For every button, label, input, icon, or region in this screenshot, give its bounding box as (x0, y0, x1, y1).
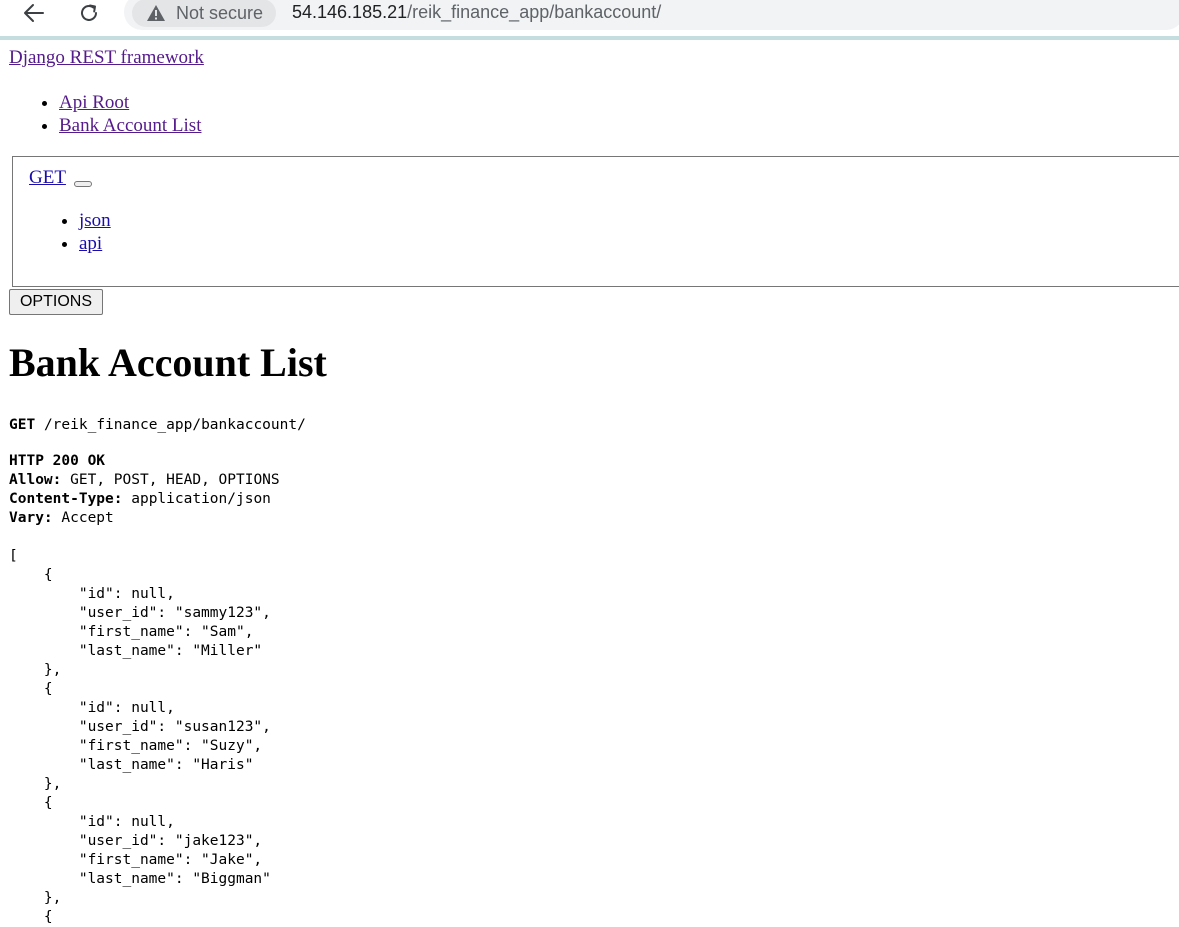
security-label: Not secure (176, 2, 264, 23)
reload-button[interactable] (72, 0, 106, 26)
breadcrumb-item: Bank Account List (59, 114, 201, 137)
url-text[interactable]: 54.146.185.21/reik_finance_app/bankaccou… (292, 2, 661, 23)
header-value: application/json (131, 491, 271, 507)
response-status: HTTP 200 OK (9, 453, 106, 469)
request-path: /reik_finance_app/bankaccount/ (43, 417, 306, 433)
options-button[interactable]: OPTIONS (9, 289, 103, 315)
page-title: Bank Account List (9, 340, 327, 385)
get-button[interactable]: GET (29, 167, 66, 189)
header-name: Content-Type: (9, 491, 123, 507)
browser-toolbar: Not secure 54.146.185.21/reik_finance_ap… (0, 0, 1179, 40)
address-bar[interactable]: Not secure 54.146.185.21/reik_finance_ap… (124, 0, 1179, 30)
header-value: GET, POST, HEAD, OPTIONS (70, 472, 280, 488)
header-name: Vary: (9, 510, 53, 526)
back-button[interactable] (17, 0, 51, 26)
url-path: /reik_finance_app/bankaccount/ (407, 2, 662, 22)
response-headers: HTTP 200 OK Allow: GET, POST, HEAD, OPTI… (9, 452, 280, 528)
breadcrumb-item: Api Root (59, 91, 201, 114)
format-list: json api (79, 209, 111, 255)
format-json-link[interactable]: json (79, 210, 111, 231)
format-api-link[interactable]: api (79, 233, 102, 254)
brand-link[interactable]: Django REST framework (9, 47, 204, 69)
header-name: Allow: (9, 472, 62, 488)
breadcrumb: Api Root Bank Account List (59, 91, 201, 137)
get-format-menu: GET json api (12, 156, 1179, 287)
response-body: [ { "id": null, "user_id": "sammy123", "… (9, 548, 271, 925)
url-host: 54.146.185.21 (292, 2, 408, 22)
header-value: Accept (61, 510, 114, 526)
breadcrumb-bank-account-list[interactable]: Bank Account List (59, 115, 201, 136)
request-info: GET /reik_finance_app/bankaccount/ (9, 416, 306, 435)
warning-triangle-icon (147, 5, 165, 21)
back-arrow-icon (24, 4, 44, 22)
request-method: GET (9, 417, 36, 433)
reload-icon (81, 4, 97, 21)
format-item: api (79, 232, 111, 255)
breadcrumb-api-root[interactable]: Api Root (59, 92, 129, 113)
security-indicator[interactable]: Not secure (132, 0, 276, 27)
format-item: json (79, 209, 111, 232)
get-dropdown-toggle[interactable] (74, 181, 92, 187)
